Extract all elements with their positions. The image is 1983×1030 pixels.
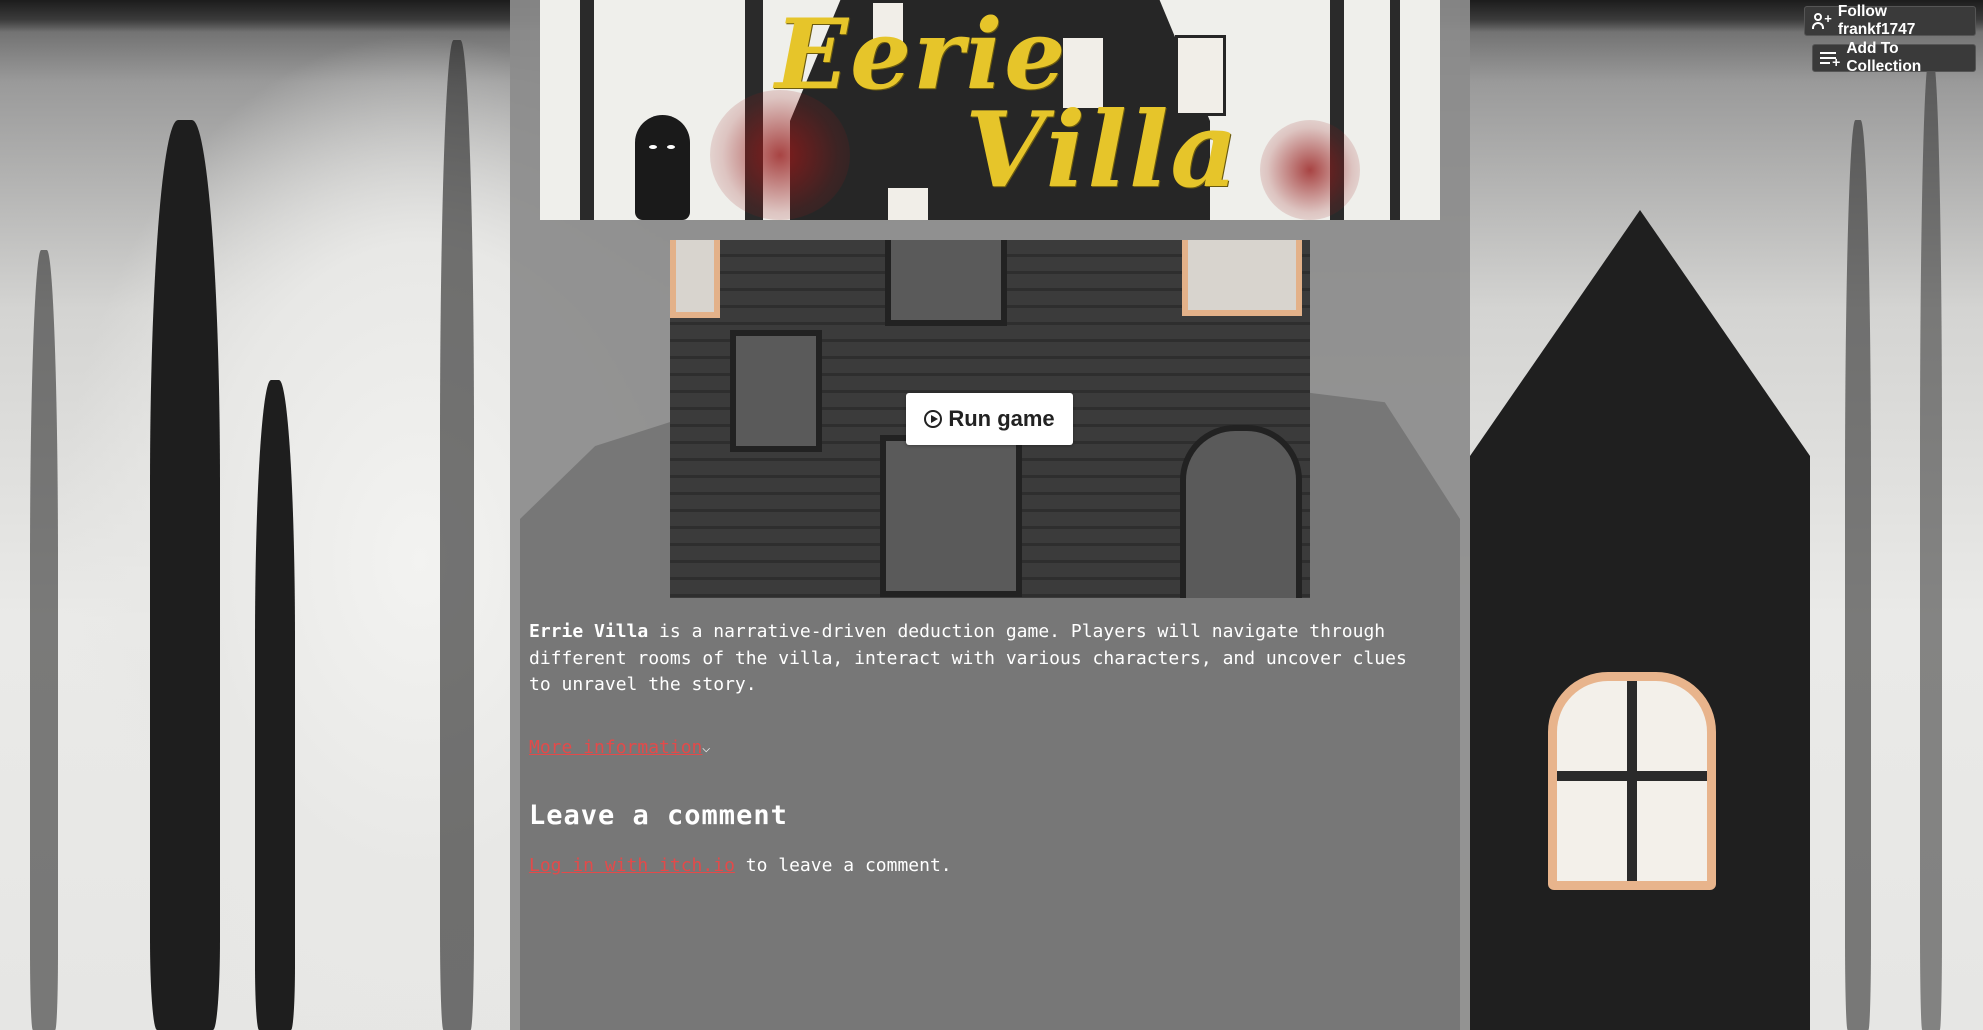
comment-login-prompt: Log in with itch.io to leave a comment. — [529, 855, 952, 876]
game-name: Errie Villa — [529, 621, 649, 642]
banner-blood-splatter — [1260, 120, 1360, 220]
more-information-link[interactable]: More information — [529, 737, 702, 758]
game-description-text: is a narrative-driven deduction game. Pl… — [529, 621, 1407, 695]
background-tree — [1845, 120, 1871, 1030]
play-circle-icon — [924, 410, 943, 428]
follow-label: Follow frankf1747 — [1837, 3, 1916, 38]
background-tree — [440, 40, 474, 1030]
background-house-window — [1548, 672, 1716, 890]
banner-title-line2: Villa — [965, 88, 1240, 211]
game-frame-window — [1182, 240, 1302, 316]
game-frame-window — [730, 330, 822, 452]
background-tree — [1920, 60, 1942, 1030]
add-to-collection-label: Add To Collection — [1846, 40, 1922, 75]
run-game-label: Run game — [948, 406, 1055, 431]
banner-window — [885, 185, 931, 220]
banner-shadow-figure — [635, 115, 690, 220]
game-frame-window — [1180, 425, 1302, 598]
login-suffix-text: to leave a comment. — [734, 855, 952, 876]
game-frame-window — [885, 240, 1007, 326]
background-tree — [255, 380, 295, 1030]
banner-tree — [580, 0, 594, 220]
game-frame-window — [880, 435, 1022, 597]
leave-comment-heading: Leave a comment — [529, 800, 788, 831]
figure-eye — [667, 145, 675, 149]
list-add-icon: + — [1820, 50, 1840, 69]
follow-button[interactable]: + Follow frankf1747 — [1804, 3, 1976, 38]
add-to-collection-button[interactable]: + Add To Collection — [1812, 40, 1976, 75]
background-tree — [150, 120, 220, 1030]
background-tree — [30, 250, 58, 1030]
user-plus-icon: + — [1812, 12, 1832, 29]
login-link[interactable]: Log in with itch.io — [529, 855, 735, 876]
banner-tree — [1390, 0, 1400, 220]
chevron-down-icon[interactable]: ⌵ — [702, 740, 710, 756]
run-game-button[interactable]: Run game — [906, 393, 1073, 445]
game-banner: Eerie Villa — [540, 0, 1440, 220]
figure-eye — [649, 145, 657, 149]
game-frame-window — [670, 240, 720, 318]
game-description: Errie Villa is a narrative-driven deduct… — [529, 619, 1429, 699]
